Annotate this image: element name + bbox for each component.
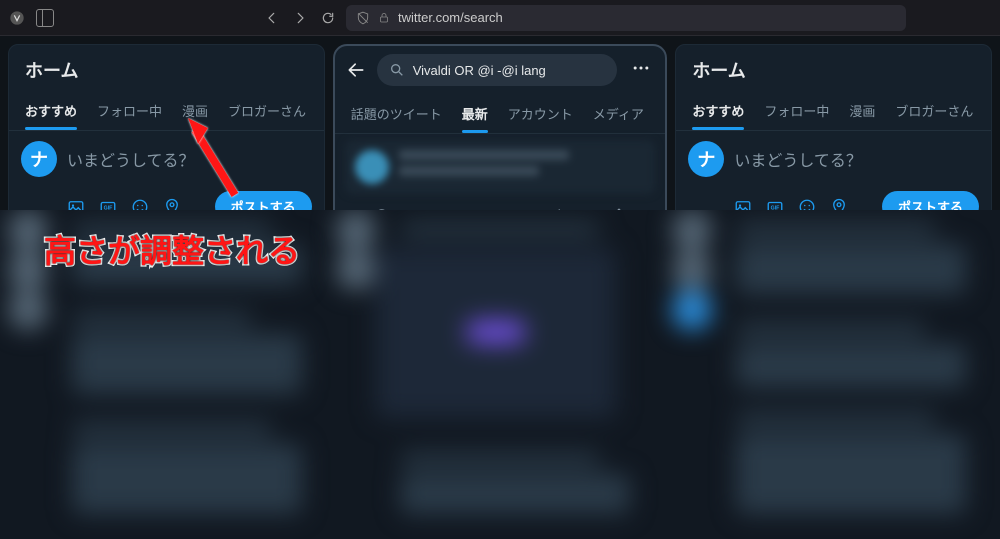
tab-recommended[interactable]: おすすめ bbox=[682, 91, 754, 130]
page-title: ホーム bbox=[676, 45, 991, 91]
nav-reload-button[interactable] bbox=[320, 10, 336, 26]
avatar[interactable]: ナ bbox=[688, 141, 724, 177]
page-title: ホーム bbox=[9, 45, 324, 91]
vivaldi-app-icon bbox=[8, 9, 26, 27]
tab-following[interactable]: フォロー中 bbox=[754, 91, 839, 130]
nav-forward-button[interactable] bbox=[292, 10, 308, 26]
compose-box[interactable]: ナ いまどうしてる？ bbox=[9, 131, 324, 187]
browser-titlebar: twitter.com/search bbox=[0, 0, 1000, 36]
tab-accounts[interactable]: アカウント bbox=[498, 94, 583, 133]
panel-toggle-icon[interactable] bbox=[36, 9, 54, 27]
home-tabs: おすすめ フォロー中 漫画 ブロガーさん bbox=[9, 91, 324, 131]
search-tabs: 話題のツイート 最新 アカウント メディア bbox=[335, 94, 666, 134]
search-query-text: Vivaldi OR @i -@i lang bbox=[413, 63, 546, 78]
home-tabs: おすすめ フォロー中 漫画 ブロガーさん bbox=[676, 91, 991, 131]
avatar[interactable]: ナ bbox=[21, 141, 57, 177]
search-panel: Vivaldi OR @i -@i lang 話題のツイート 最新 アカウント … bbox=[333, 44, 668, 238]
home-panel-left: ホーム おすすめ フォロー中 漫画 ブロガーさん ナ いまどうしてる？ GIF … bbox=[8, 44, 325, 238]
address-bar-url: twitter.com/search bbox=[398, 10, 503, 25]
tab-latest[interactable]: 最新 bbox=[452, 94, 498, 133]
tab-recommended[interactable]: おすすめ bbox=[15, 91, 87, 130]
lock-icon bbox=[378, 12, 390, 24]
tab-top-tweets[interactable]: 話題のツイート bbox=[341, 94, 452, 133]
tab-bloggers[interactable]: ブロガーさん bbox=[885, 91, 983, 130]
tab-media[interactable]: メディア bbox=[583, 94, 654, 133]
tweet-body bbox=[399, 150, 646, 184]
tab-following[interactable]: フォロー中 bbox=[87, 91, 172, 130]
more-options-icon[interactable] bbox=[627, 58, 655, 83]
tab-manga[interactable]: 漫画 bbox=[839, 91, 885, 130]
annotation-text: 高さが調整される bbox=[44, 226, 300, 272]
back-arrow-icon[interactable] bbox=[345, 59, 367, 81]
compose-box[interactable]: ナ いまどうしてる？ bbox=[676, 131, 991, 187]
tab-manga[interactable]: 漫画 bbox=[172, 91, 218, 130]
search-header: Vivaldi OR @i -@i lang bbox=[335, 46, 666, 94]
compose-placeholder: いまどうしてる？ bbox=[734, 147, 862, 171]
search-icon bbox=[389, 62, 405, 78]
search-input[interactable]: Vivaldi OR @i -@i lang bbox=[377, 54, 618, 86]
compose-placeholder: いまどうしてる？ bbox=[67, 147, 195, 171]
tracker-shield-icon bbox=[356, 11, 370, 25]
home-panel-right: ホーム おすすめ フォロー中 漫画 ブロガーさん ナ いまどうしてる？ GIF … bbox=[675, 44, 992, 238]
address-bar[interactable]: twitter.com/search bbox=[346, 5, 906, 31]
nav-back-button[interactable] bbox=[264, 10, 280, 26]
tab-bloggers[interactable]: ブロガーさん bbox=[218, 91, 316, 130]
tweet-avatar bbox=[355, 150, 389, 184]
tweet-result[interactable] bbox=[345, 140, 656, 194]
